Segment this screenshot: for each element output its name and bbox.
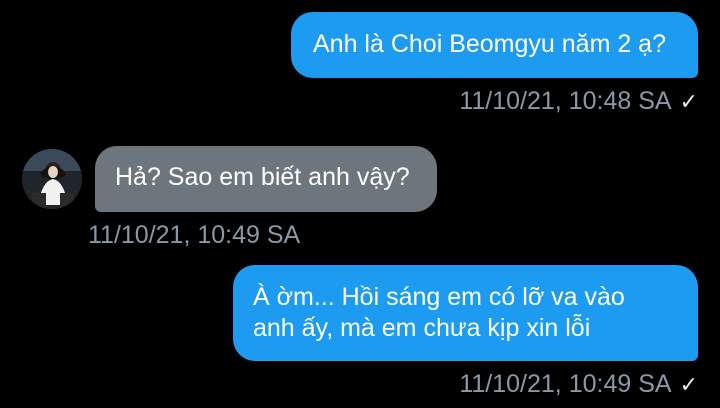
incoming-message-bubble[interactable]: Hả? Sao em biết anh vậy?	[95, 146, 437, 212]
message-text-line: À ờm... Hồi sáng em có lỡ va vào	[253, 283, 625, 311]
outgoing-message-bubble[interactable]: Anh là Choi Beomgyu năm 2 ạ?	[291, 12, 698, 78]
checkmark-icon: ✓	[679, 89, 698, 114]
message-text: Hả? Sao em biết anh vậy?	[115, 163, 410, 191]
message-timestamp-row: 11/10/21, 10:49 SA ✓	[459, 369, 698, 400]
message-timestamp: 11/10/21, 10:49 SA	[88, 221, 301, 249]
conversation-thread: Anh là Choi Beomgyu năm 2 ạ? 11/10/21, 1…	[0, 0, 720, 408]
message-text-line: anh ấy, mà em chưa kịp xin lỗi	[253, 314, 591, 342]
sender-avatar[interactable]	[22, 149, 82, 209]
avatar-photo-icon	[22, 149, 82, 209]
outgoing-message-bubble[interactable]: À ờm... Hồi sáng em có lỡ va vào anh ấy,…	[233, 265, 698, 361]
message-timestamp: 11/10/21, 10:48 SA	[459, 87, 672, 115]
message-text: Anh là Choi Beomgyu năm 2 ạ?	[313, 30, 666, 58]
message-timestamp: 11/10/21, 10:49 SA	[459, 370, 672, 398]
message-timestamp-row: 11/10/21, 10:48 SA ✓	[459, 86, 698, 117]
checkmark-icon: ✓	[679, 372, 698, 397]
